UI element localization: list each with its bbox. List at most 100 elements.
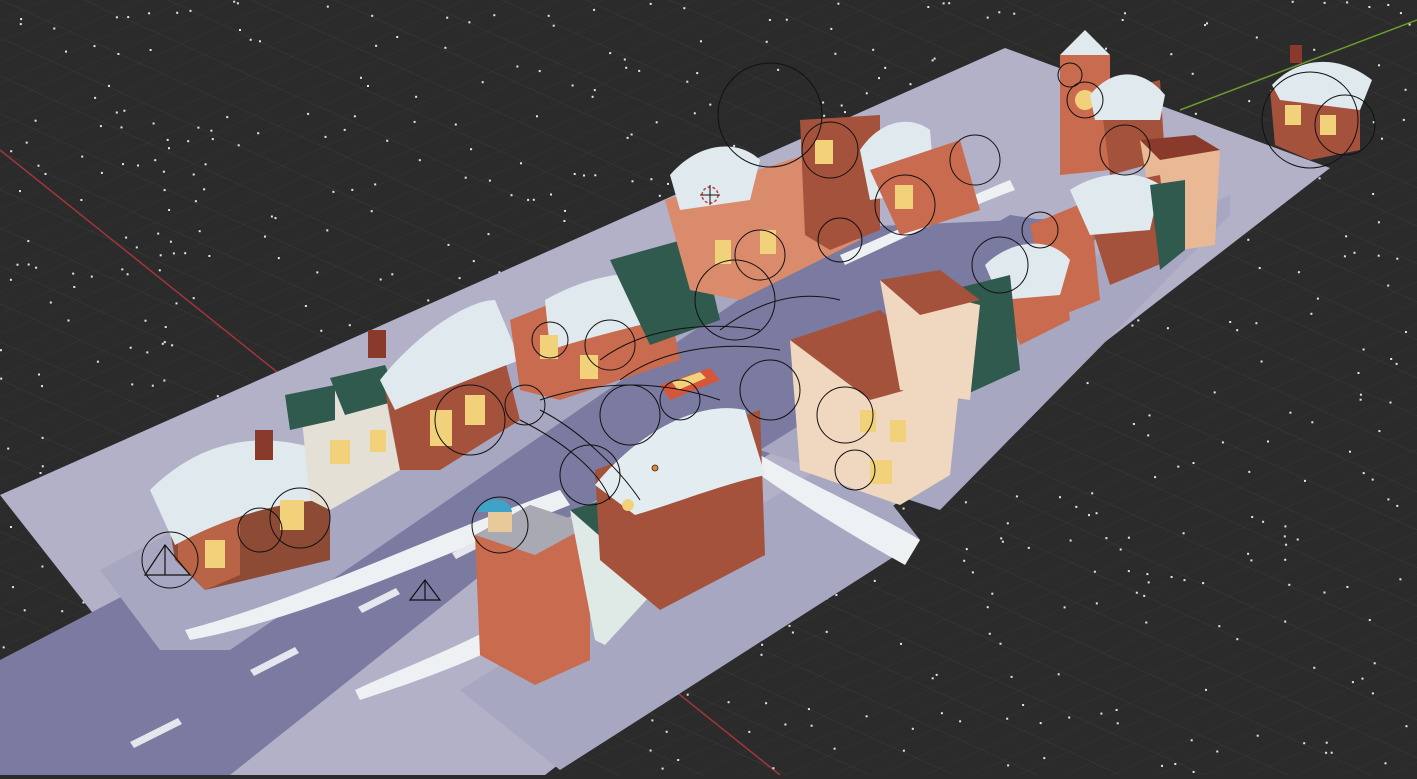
building-front-tower[interactable] (475, 499, 590, 685)
snow-particle (942, 2, 945, 5)
snow-particle (0, 377, 3, 380)
snow-particle (1404, 88, 1407, 91)
snow-particle (375, 44, 378, 47)
snow-particle (1378, 64, 1380, 67)
snow-particle (391, 273, 394, 276)
snow-particle (963, 559, 966, 562)
snow-particle (594, 174, 597, 177)
snow-particle (192, 173, 195, 176)
snow-particle (38, 373, 40, 376)
snow-particle (1255, 322, 1258, 325)
snow-particle (447, 243, 450, 246)
snow-particle (274, 217, 277, 220)
snow-particle (94, 96, 97, 99)
snow-particle (259, 40, 261, 43)
snow-particle (208, 255, 211, 257)
snow-particle (171, 344, 174, 347)
snow-particle (1068, 716, 1071, 719)
snow-particle (650, 178, 653, 181)
snow-particle (120, 126, 123, 129)
snow-particle (1316, 297, 1319, 300)
snow-particle (788, 624, 791, 627)
snow-particle (211, 138, 214, 141)
snow-particle (748, 730, 751, 733)
snow-particle (1095, 602, 1098, 605)
snow-particle (1247, 238, 1250, 241)
snow-particle (837, 2, 840, 5)
snow-particle (396, 36, 399, 38)
snow-particle (121, 268, 124, 271)
3d-viewport[interactable] (0, 0, 1417, 776)
snow-particle (1405, 725, 1408, 728)
snow-particle (865, 715, 868, 718)
snow-particle (413, 120, 416, 123)
snow-particle (791, 631, 794, 634)
snow-particle (693, 112, 696, 115)
snow-particle (1372, 193, 1375, 195)
snow-particle (1132, 423, 1135, 425)
snow-particle (184, 252, 187, 255)
snow-particle (12, 586, 14, 589)
snow-particle (1291, 0, 1294, 3)
snow-particle (1408, 23, 1411, 26)
snow-particle (164, 326, 167, 328)
snow-particle (1251, 516, 1254, 518)
snow-particle (25, 141, 28, 144)
snow-particle (427, 299, 430, 302)
snow-particle (99, 125, 102, 128)
snow-particle (1091, 492, 1094, 495)
snow-particle (1267, 440, 1269, 443)
snow-particle (658, 194, 661, 197)
snow-particle (1131, 324, 1134, 327)
snow-particle (840, 104, 843, 107)
snow-particle (1289, 411, 1292, 414)
snow-particle (935, 673, 938, 676)
snow-particle (844, 111, 846, 114)
snow-particle (126, 273, 129, 276)
snow-particle (458, 277, 461, 280)
snow-particle (765, 40, 768, 43)
scene-canvas[interactable] (0, 0, 1417, 776)
snow-particle (1283, 535, 1286, 538)
snow-particle (520, 162, 522, 165)
snow-particle (1357, 372, 1360, 374)
snow-particle (1371, 692, 1374, 695)
snow-particle (1147, 434, 1150, 437)
snow-particle (661, 767, 664, 770)
snow-particle (1105, 537, 1108, 540)
snow-particle (115, 111, 118, 114)
snow-particle (909, 83, 912, 86)
snow-particle (709, 103, 712, 106)
snow-particle (277, 257, 280, 260)
snow-particle (198, 230, 201, 233)
snow-particle (203, 188, 206, 191)
snow-particle (986, 606, 989, 609)
snow-particle (1304, 479, 1306, 482)
snow-particle (1013, 12, 1016, 15)
snow-particle (1325, 741, 1328, 744)
snow-particle (696, 72, 699, 75)
snow-particle (1177, 465, 1180, 468)
snow-particle (1015, 495, 1018, 498)
snow-particle (1216, 750, 1219, 753)
snow-particle (609, 52, 612, 55)
snow-particle (127, 16, 130, 19)
snow-particle (44, 173, 47, 175)
snow-particle (146, 351, 149, 354)
snow-particle (1086, 382, 1089, 385)
snow-particle (1297, 271, 1300, 274)
snow-particle (351, 188, 354, 191)
snow-particle (19, 190, 21, 193)
snow-particle (700, 40, 702, 43)
snow-particle (96, 360, 99, 363)
snow-particle (959, 720, 962, 723)
snow-particle (371, 14, 374, 17)
snow-particle (249, 38, 252, 41)
snow-particle (65, 50, 67, 53)
snow-particle (131, 383, 134, 386)
snow-particle (418, 159, 421, 162)
snow-particle (1387, 4, 1390, 6)
snow-particle (964, 501, 967, 504)
snow-particle (187, 140, 190, 143)
snow-particle (236, 2, 239, 5)
